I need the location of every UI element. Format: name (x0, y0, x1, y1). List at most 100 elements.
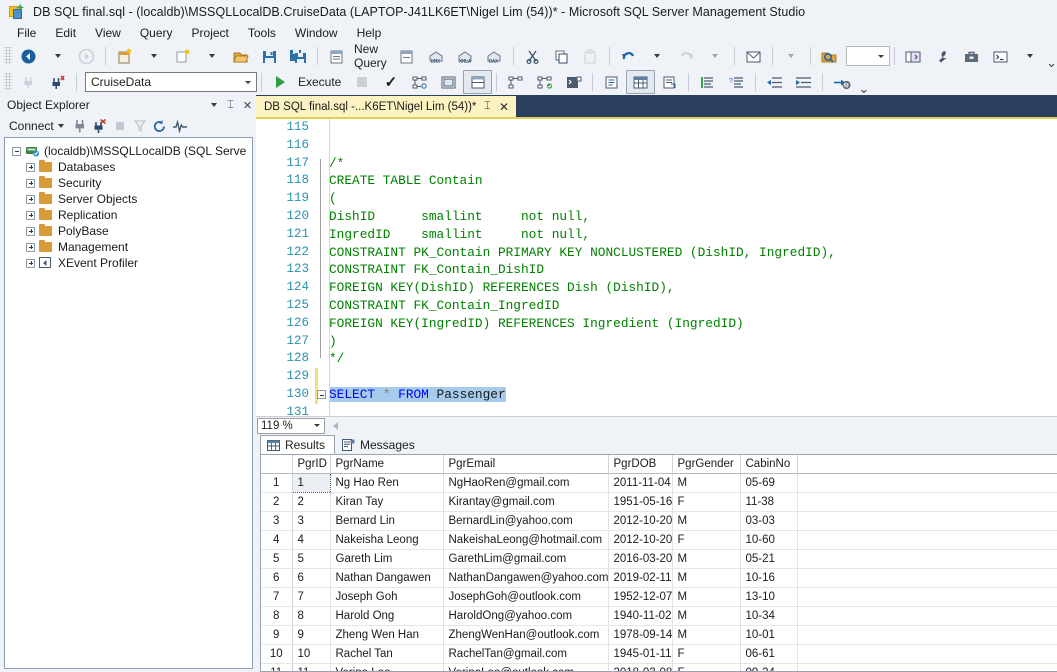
scroll-left-button[interactable] (329, 419, 342, 432)
menu-project[interactable]: Project (183, 25, 239, 42)
code-line[interactable]: CONSTRAINT FK_Contain_IngredID (329, 297, 1057, 315)
table-row[interactable]: 3 3 Bernard Lin BernardLin@yahoo.com 2012-10… (261, 511, 1057, 531)
open-file-icon[interactable] (226, 44, 255, 68)
expander-plus-icon[interactable] (25, 258, 36, 269)
cell-cabinno[interactable]: 10-01 (740, 625, 798, 645)
cell-pgrdob[interactable]: 2012-10-20 (608, 511, 673, 531)
code-line[interactable]: FOREIGN KEY(IngredID) REFERENCES Ingredi… (329, 315, 1057, 333)
activity-monitor-icon[interactable] (170, 117, 190, 136)
cell-pgrid[interactable]: 1 (291, 473, 331, 493)
menu-query[interactable]: Query (131, 25, 183, 42)
table-row[interactable]: 5 5 Gareth Lim GarethLim@gmail.com 2016-03-2… (261, 549, 1057, 569)
cell-cabinno[interactable]: 10-34 (740, 606, 798, 626)
navigate-back-dropdown[interactable] (43, 44, 72, 68)
cell-pgrgender[interactable]: M (672, 568, 741, 588)
cell-pgrgender[interactable]: F (672, 492, 741, 512)
column-header-pgrdob[interactable]: PgrDOB (608, 455, 673, 474)
expander-plus-icon[interactable] (25, 194, 36, 205)
pin-icon[interactable]: ⌶ (484, 100, 491, 113)
cell-pgrgender[interactable]: F (672, 663, 741, 671)
code-line[interactable]: */ (329, 350, 1057, 368)
row-number[interactable]: 3 (261, 511, 293, 531)
decrease-indent-icon[interactable] (760, 70, 789, 94)
results-grid[interactable]: PgrID PgrName PgrEmail PgrDOB PgrGender Cabin… (261, 455, 1057, 671)
copy-icon[interactable] (547, 44, 576, 68)
redo-icon[interactable] (672, 44, 701, 68)
cell-pgrid[interactable]: 6 (292, 568, 331, 588)
cell-pgrid[interactable]: 5 (292, 549, 331, 569)
menu-view[interactable]: View (86, 25, 131, 42)
pin-icon[interactable]: ⌶ (222, 97, 239, 114)
save-all-icon[interactable] (284, 44, 313, 68)
chevron-down-icon[interactable] (309, 424, 324, 427)
menu-file[interactable]: File (8, 25, 46, 42)
query-options-icon[interactable] (434, 70, 463, 94)
cell-pgrgender[interactable]: M (672, 511, 741, 531)
toolbar-overflow-2[interactable]: ⌄ (858, 82, 869, 95)
column-header-cabinno[interactable]: CabinNo (740, 455, 798, 474)
navigate-forward-button[interactable] (72, 44, 101, 68)
filter-icon[interactable] (130, 117, 150, 136)
tree-node-management[interactable]: Management (5, 239, 252, 255)
code-line[interactable]: FOREIGN KEY(DishID) REFERENCES Dish (Dis… (329, 279, 1057, 297)
new-dax-query-icon[interactable]: DAX (480, 44, 509, 68)
cell-pgrid[interactable]: 9 (292, 625, 331, 645)
cell-pgrname[interactable]: Harold Ong (330, 606, 444, 626)
table-row[interactable]: 9 9 Zheng Wen Han ZhengWenHan@outlook.com 19… (261, 625, 1057, 645)
save-icon[interactable] (255, 44, 284, 68)
column-header-pgrid[interactable]: PgrID (292, 455, 331, 474)
row-number[interactable]: 5 (261, 549, 293, 569)
fold-collapse-icon[interactable] (317, 390, 326, 399)
add-item-dropdown[interactable] (197, 44, 226, 68)
tree-node-databases[interactable]: Databases (5, 159, 252, 175)
code-line[interactable]: ( (329, 190, 1057, 208)
cell-pgrid[interactable]: 2 (292, 492, 331, 512)
new-query-icon[interactable] (322, 44, 351, 68)
cell-pgrdob[interactable]: 1940-11-02 (608, 606, 673, 626)
cell-pgremail[interactable]: BernardLin@yahoo.com (443, 511, 609, 531)
new-xmla-query-icon[interactable]: XMLA (451, 44, 480, 68)
cell-pgremail[interactable]: NakeishaLeong@hotmail.com (443, 530, 609, 550)
cell-pgrgender[interactable]: M (672, 625, 741, 645)
code-line[interactable]: /* (329, 155, 1057, 173)
toolbar-grip[interactable] (4, 47, 12, 65)
expander-plus-icon[interactable] (25, 242, 36, 253)
results-grid-container[interactable]: PgrID PgrName PgrEmail PgrDOB PgrGender Cabin… (260, 454, 1057, 672)
zoom-combo[interactable]: 119 % (257, 417, 325, 434)
add-item-icon[interactable] (168, 44, 197, 68)
cell-pgrname[interactable]: Kiran Tay (330, 492, 444, 512)
cell-pgrdob[interactable]: 2011-11-04 (608, 473, 673, 493)
cell-pgrgender[interactable]: M (672, 606, 741, 626)
paste-icon[interactable] (576, 44, 605, 68)
cell-pgrgender[interactable]: M (672, 473, 741, 493)
cell-pgremail[interactable]: VerinaLoo@outlook.com (443, 663, 609, 671)
include-actual-plan-icon[interactable] (463, 70, 493, 94)
cell-pgrgender[interactable]: M (672, 549, 741, 569)
close-icon[interactable]: ✕ (239, 97, 256, 114)
expander-minus-icon[interactable] (11, 146, 22, 157)
cell-cabinno[interactable]: 05-69 (740, 473, 798, 493)
chevron-down-icon[interactable] (240, 80, 256, 84)
find-combo[interactable] (845, 46, 891, 66)
row-number[interactable]: 9 (261, 625, 293, 645)
cell-pgrgender[interactable]: F (672, 530, 741, 550)
stop-icon[interactable] (110, 117, 130, 136)
column-header-pgrname[interactable]: PgrName (330, 455, 444, 474)
row-number[interactable]: 8 (261, 606, 293, 626)
chevron-down-icon[interactable] (873, 54, 889, 58)
tree-node-security[interactable]: Security (5, 175, 252, 191)
code-line[interactable]: DishID smallint not null, (329, 208, 1057, 226)
cell-pgrgender[interactable]: M (672, 587, 741, 607)
code-line[interactable] (329, 404, 1057, 416)
code-line[interactable] (329, 119, 1057, 137)
connect-object-explorer-icon[interactable] (14, 70, 43, 94)
cell-pgrname[interactable]: Bernard Lin (330, 511, 444, 531)
cell-pgremail[interactable]: NgHaoRen@gmail.com (443, 473, 609, 493)
cut-icon[interactable] (518, 44, 547, 68)
column-header-pgremail[interactable]: PgrEmail (443, 455, 609, 474)
sqlcmd-mode-icon[interactable] (559, 70, 588, 94)
expander-plus-icon[interactable] (25, 162, 36, 173)
close-icon[interactable]: ✕ (496, 100, 512, 114)
cell-cabinno[interactable]: 05-21 (740, 549, 798, 569)
menu-window[interactable]: Window (286, 25, 348, 42)
